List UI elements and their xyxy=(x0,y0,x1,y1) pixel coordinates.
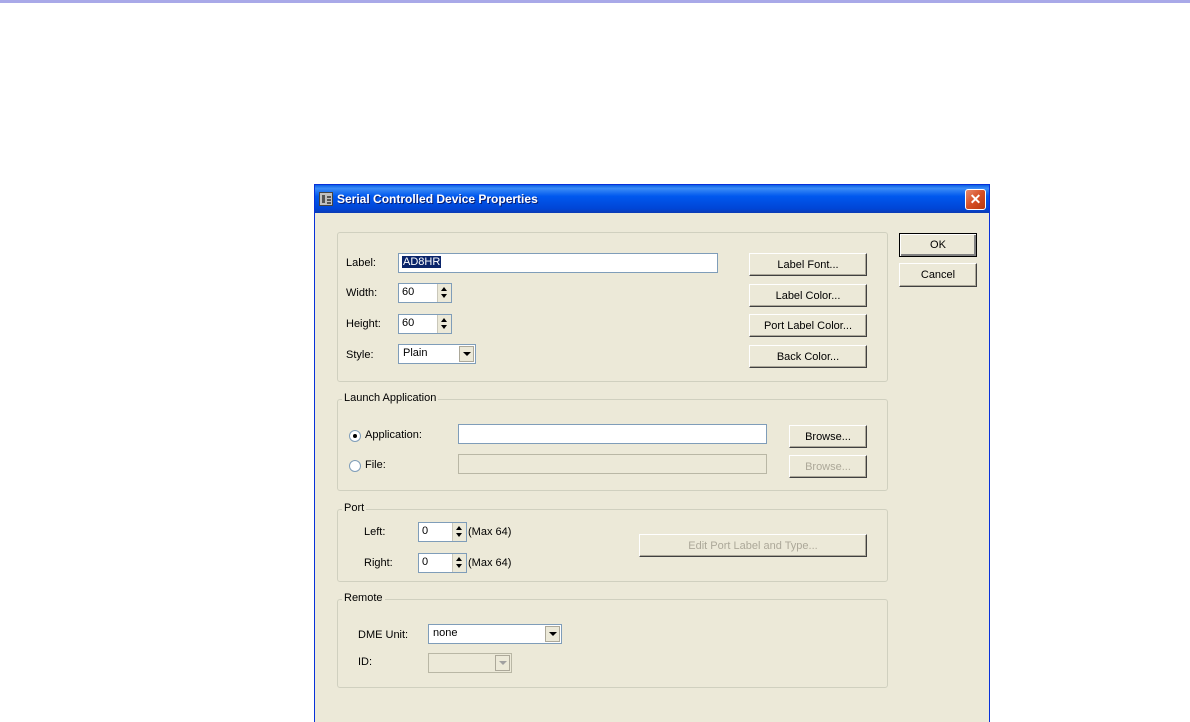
left-port-label: Left: xyxy=(364,526,386,538)
top-accent-line xyxy=(0,0,1190,3)
id-select[interactable] xyxy=(428,653,512,673)
width-spin-icon[interactable] xyxy=(437,284,451,302)
remote-legend: Remote xyxy=(342,592,385,604)
width-value: 60 xyxy=(402,286,415,298)
file-browse-button[interactable]: Browse... xyxy=(789,455,867,478)
close-button[interactable]: ✕ xyxy=(965,189,986,210)
style-select[interactable]: Plain xyxy=(398,344,476,364)
label-font-button[interactable]: Label Font... xyxy=(749,253,867,276)
width-label: Width: xyxy=(346,287,378,299)
height-stepper[interactable]: 60 xyxy=(398,314,452,334)
port-legend: Port xyxy=(342,502,367,514)
remote-group: Remote DME Unit: none ID: xyxy=(337,592,888,688)
properties-dialog: Serial Controlled Device Properties ✕ La… xyxy=(314,184,990,722)
launch-application-group: Launch Application Application: Browse..… xyxy=(337,392,888,491)
label-input[interactable]: AD8HR xyxy=(398,253,718,273)
label-field-label: Label: xyxy=(346,257,376,269)
chevron-down-icon[interactable] xyxy=(495,655,510,671)
left-port-spin-icon[interactable] xyxy=(452,523,466,541)
dme-unit-value: none xyxy=(433,627,458,639)
app-icon xyxy=(319,192,333,206)
id-label: ID: xyxy=(358,656,373,668)
port-group: Port Left: 0 (Max 64) Right: 0 (Max 64) … xyxy=(337,502,888,582)
dme-unit-label: DME Unit: xyxy=(358,629,409,641)
ok-button[interactable]: OK xyxy=(899,233,977,257)
application-browse-button[interactable]: Browse... xyxy=(789,425,867,448)
file-input[interactable] xyxy=(458,454,767,474)
application-label: Application: xyxy=(365,429,422,441)
left-port-stepper[interactable]: 0 xyxy=(418,522,467,542)
chevron-down-icon[interactable] xyxy=(545,626,560,642)
back-color-button[interactable]: Back Color... xyxy=(749,345,867,368)
width-stepper[interactable]: 60 xyxy=(398,283,452,303)
file-label: File: xyxy=(365,459,386,471)
label-input-value: AD8HR xyxy=(402,256,442,268)
dme-unit-select[interactable]: none xyxy=(428,624,562,644)
edit-port-label-button[interactable]: Edit Port Label and Type... xyxy=(639,534,867,557)
height-label: Height: xyxy=(346,318,381,330)
height-spin-icon[interactable] xyxy=(437,315,451,333)
properties-group: Label: AD8HR Width: 60 Height: 60 Style:… xyxy=(337,232,888,382)
cancel-button[interactable]: Cancel xyxy=(899,263,977,287)
title-bar[interactable]: Serial Controlled Device Properties ✕ xyxy=(315,185,989,213)
right-port-spin-icon[interactable] xyxy=(452,554,466,572)
launch-application-legend: Launch Application xyxy=(342,392,439,404)
style-label: Style: xyxy=(346,349,374,361)
height-value: 60 xyxy=(402,317,415,329)
left-port-value: 0 xyxy=(422,525,429,537)
application-input[interactable] xyxy=(458,424,767,444)
label-color-button[interactable]: Label Color... xyxy=(749,284,867,307)
left-max-text: (Max 64) xyxy=(468,526,512,538)
chevron-down-icon[interactable] xyxy=(459,346,474,362)
port-label-color-button[interactable]: Port Label Color... xyxy=(749,314,867,337)
right-port-stepper[interactable]: 0 xyxy=(418,553,467,573)
right-max-text: (Max 64) xyxy=(468,557,512,569)
style-value: Plain xyxy=(403,347,428,359)
file-radio[interactable] xyxy=(349,460,361,472)
window-title: Serial Controlled Device Properties xyxy=(337,192,538,206)
right-port-value: 0 xyxy=(422,556,429,568)
right-port-label: Right: xyxy=(364,557,393,569)
application-radio[interactable] xyxy=(349,430,361,442)
